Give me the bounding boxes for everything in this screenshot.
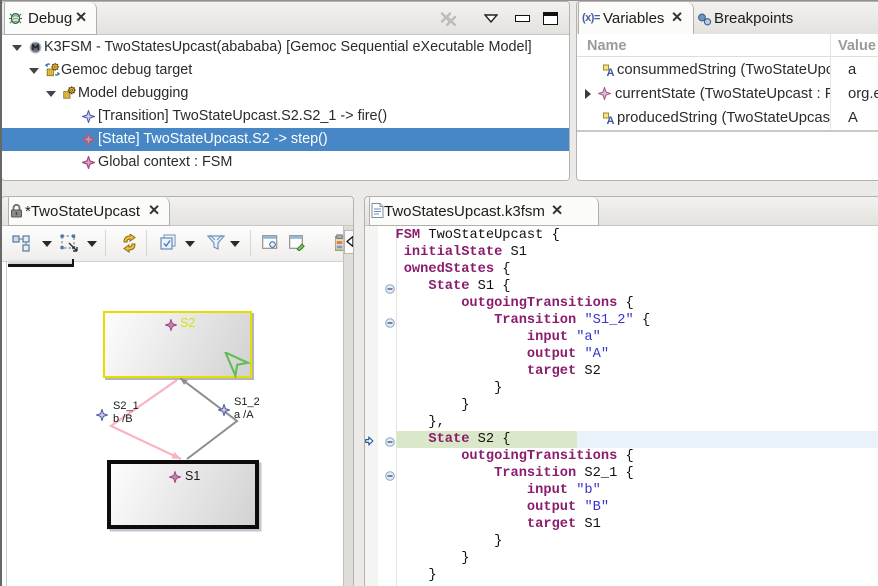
svg-text:A: A — [607, 115, 615, 125]
svg-text:A: A — [607, 67, 615, 77]
